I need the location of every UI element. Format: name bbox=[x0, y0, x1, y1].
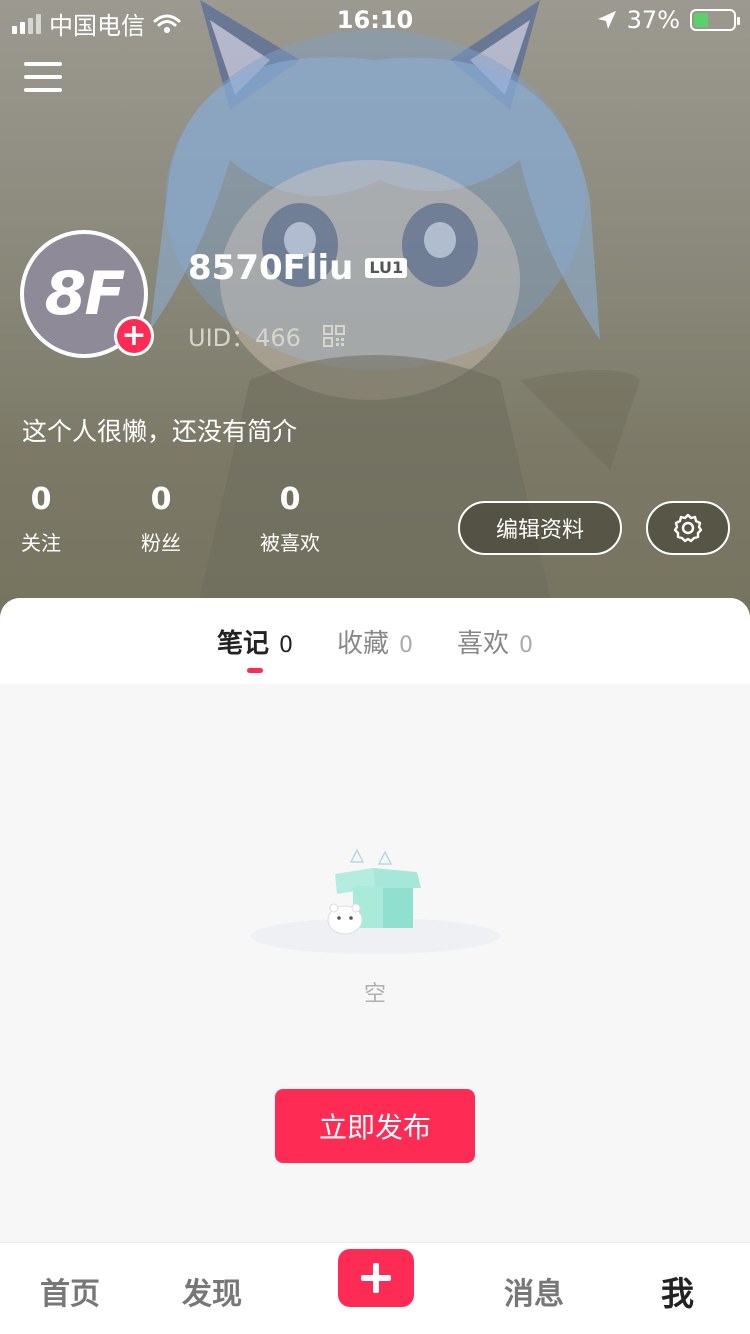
nav-messages[interactable]: 消息 bbox=[504, 1269, 564, 1313]
gear-icon bbox=[673, 513, 703, 543]
qr-code-icon[interactable] bbox=[322, 324, 345, 347]
location-arrow-icon bbox=[597, 11, 616, 29]
plus-icon: + bbox=[121, 318, 147, 353]
tab-notes[interactable]: 笔记 0 bbox=[217, 623, 293, 660]
stat-label: 被喜欢 bbox=[260, 531, 320, 555]
stat-label: 粉丝 bbox=[141, 531, 181, 555]
stat-value: 0 bbox=[150, 482, 172, 517]
content-card: 笔记 0 收藏 0 喜欢 0 空 立即发布 bbox=[0, 598, 750, 1242]
profile-username-row: 8570Fliu LU1 bbox=[188, 248, 408, 288]
status-bar: 中国电信 16:10 37% bbox=[0, 0, 750, 40]
uid-text: UID：466 bbox=[188, 318, 301, 353]
tab-label: 喜欢 bbox=[457, 628, 510, 659]
edit-profile-button[interactable]: 编辑资料 bbox=[458, 501, 622, 555]
tab-count: 0 bbox=[278, 632, 293, 658]
tab-label: 收藏 bbox=[336, 628, 389, 659]
stat-likes-received[interactable]: 0 被喜欢 bbox=[258, 482, 322, 556]
empty-state-text: 空 bbox=[363, 982, 386, 1007]
stat-followers[interactable]: 0 粉丝 bbox=[138, 482, 184, 556]
profile-page: 中国电信 16:10 37% 8F + 8570Fliu LU1 UID：466 bbox=[0, 0, 750, 1334]
stat-value: 0 bbox=[279, 482, 301, 517]
uid-label: UID： bbox=[188, 324, 256, 352]
nav-home[interactable]: 首页 bbox=[40, 1269, 100, 1313]
avatar-initials: 8F bbox=[44, 259, 126, 329]
bottom-nav: 首页 发现 消息 我 bbox=[0, 1242, 750, 1334]
uid-row: UID：466 bbox=[188, 318, 345, 353]
battery-percent: 37% bbox=[626, 6, 680, 34]
stat-label: 关注 bbox=[21, 531, 61, 555]
tab-likes[interactable]: 喜欢 0 bbox=[457, 623, 533, 660]
uid-value: 466 bbox=[255, 324, 301, 352]
username: 8570Fliu bbox=[188, 248, 354, 288]
content-tabs: 笔记 0 收藏 0 喜欢 0 bbox=[0, 598, 750, 684]
plus-icon bbox=[361, 1263, 391, 1293]
battery-icon bbox=[690, 9, 740, 31]
empty-box-illustration bbox=[250, 848, 500, 954]
settings-button[interactable] bbox=[646, 501, 730, 555]
menu-button[interactable] bbox=[24, 62, 62, 96]
status-right: 37% bbox=[597, 6, 740, 34]
nav-discover[interactable]: 发现 bbox=[182, 1269, 242, 1313]
tab-label: 笔记 bbox=[216, 628, 269, 659]
stat-value: 0 bbox=[30, 482, 52, 517]
tab-count: 0 bbox=[399, 632, 413, 658]
publish-now-button[interactable]: 立即发布 bbox=[275, 1089, 475, 1163]
tab-favorites[interactable]: 收藏 0 bbox=[337, 623, 413, 660]
tab-count: 0 bbox=[519, 632, 534, 658]
nav-me[interactable]: 我 bbox=[661, 1267, 694, 1315]
active-tab-indicator bbox=[247, 668, 263, 673]
avatar-add-button[interactable]: + bbox=[114, 316, 154, 356]
profile-bio: 这个人很懒，还没有简介 bbox=[22, 417, 298, 446]
stat-following[interactable]: 0 关注 bbox=[18, 482, 64, 556]
level-badge: LU1 bbox=[365, 258, 408, 278]
nav-create-button[interactable] bbox=[338, 1249, 414, 1307]
hamburger-icon bbox=[24, 62, 62, 66]
